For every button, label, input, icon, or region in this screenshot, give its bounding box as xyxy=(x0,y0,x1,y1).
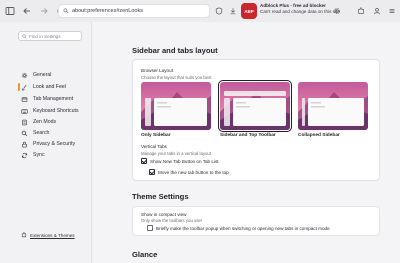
compact-popup-checkbox[interactable] xyxy=(147,225,153,231)
show-new-tab-checkbox[interactable] xyxy=(141,158,147,164)
lock-icon xyxy=(21,141,28,148)
show-new-tab-checkbox-row[interactable]: Show New Tab Button on Tab List xyxy=(141,158,219,164)
sidebar-item-label: General xyxy=(33,72,52,78)
browser-toolbar: about:preferences#zenLooks ABP Adblock P… xyxy=(0,0,400,22)
compact-popup-checkbox-row[interactable]: Briefly make the toolbar popup when swit… xyxy=(147,225,330,231)
url-bar[interactable]: about:preferences#zenLooks xyxy=(58,4,210,18)
extension-subtitle: Can't read and change data on this site xyxy=(260,9,340,14)
sidebar-toggle-icon[interactable] xyxy=(3,4,17,18)
sidebar-item-privacy-security[interactable]: Privacy & Security xyxy=(21,139,75,149)
active-indicator xyxy=(18,83,20,91)
sidebar-item-zen-mods[interactable]: Zen Mods xyxy=(21,117,56,127)
sidebar-item-label: Tab Management xyxy=(33,96,74,102)
extensions-icon[interactable] xyxy=(354,4,368,18)
settings-main: Sidebar and tabs layout Browser Layout C… xyxy=(93,22,400,263)
browser-layout-label: Browser Layout xyxy=(141,68,173,73)
sidebar-item-keyboard-shortcuts[interactable]: Keyboard Shortcuts xyxy=(21,106,79,116)
browser-layout-sub: Choose the layout that suits you best xyxy=(141,75,212,80)
account-icon[interactable] xyxy=(370,4,384,18)
vertical-tabs-sub: Manage your tabs in a vertical layout xyxy=(141,151,211,156)
layout-caption-only-sidebar: Only Sidebar xyxy=(141,133,171,138)
url-text: about:preferences#zenLooks xyxy=(72,8,143,14)
section-heading-theme: Theme Settings xyxy=(132,192,189,201)
mods-icon xyxy=(21,119,28,126)
move-new-tab-checkbox[interactable] xyxy=(149,169,155,175)
menu-icon[interactable] xyxy=(385,4,399,18)
sidebar-item-general[interactable]: General xyxy=(21,70,51,80)
search-icon xyxy=(63,8,69,14)
sidebar-item-sync[interactable]: Sync xyxy=(21,150,45,160)
sidebar-item-label: Keyboard Shortcuts xyxy=(33,108,79,114)
layout-option-collapsed-sidebar[interactable] xyxy=(298,82,368,130)
keyboard-icon xyxy=(21,108,28,115)
sidebar-item-label: Look and Feel xyxy=(33,84,66,90)
brush-icon xyxy=(21,84,28,91)
search-icon xyxy=(22,33,27,38)
move-new-tab-checkbox-row[interactable]: Move the new tab button to the top xyxy=(149,169,229,175)
section-heading-glance: Glance xyxy=(132,250,158,259)
move-new-tab-label: Move the new tab button to the top xyxy=(158,169,229,175)
sidebar-item-label: Sync xyxy=(33,152,45,158)
sidebar-tabs-card: Browser Layout Choose the layout that su… xyxy=(132,59,380,181)
section-heading-sidebar-tabs: Sidebar and tabs layout xyxy=(132,46,218,55)
shield-icon[interactable] xyxy=(212,4,226,18)
gear-icon[interactable] xyxy=(330,4,344,18)
extension-info[interactable]: Adblock Plus - free ad blocker Can't rea… xyxy=(260,3,340,15)
layout-option-sidebar-top-toolbar[interactable] xyxy=(218,80,292,132)
puzzle-icon xyxy=(21,232,27,238)
sidebar-item-label: Search xyxy=(33,130,50,136)
vertical-tabs-label: Vertical Tabs xyxy=(141,144,167,149)
sidebar-item-label: Privacy & Security xyxy=(33,141,76,147)
search-icon xyxy=(21,130,28,137)
sidebar-item-search[interactable]: Search xyxy=(21,128,49,138)
layout-caption-sidebar-top-toolbar: Sidebar and Top Toolbar xyxy=(220,133,276,138)
compact-view-label: Show in compact view xyxy=(141,212,187,217)
search-placeholder: Find in Settings xyxy=(29,33,61,39)
sidebar-item-look-and-feel[interactable]: Look and Feel xyxy=(21,82,66,92)
adblock-plus-icon[interactable]: ABP xyxy=(241,3,257,19)
sidebar-item-tab-management[interactable]: Tab Management xyxy=(21,94,73,104)
tabs-icon xyxy=(21,96,28,103)
compact-view-sub: Only show the toolbars you use! xyxy=(141,218,203,223)
layout-option-only-sidebar[interactable] xyxy=(141,82,211,130)
forward-icon[interactable] xyxy=(37,4,51,18)
theme-card: Show in compact view Only show the toolb… xyxy=(132,206,380,236)
show-new-tab-label: Show New Tab Button on Tab List xyxy=(150,158,219,164)
extensions-themes-label: Extensions & Themes xyxy=(30,232,75,238)
sidebar-item-label: Zen Mods xyxy=(33,119,57,125)
compact-popup-label: Briefly make the toolbar popup when swit… xyxy=(156,225,330,231)
layout-caption-collapsed-sidebar: Collapsed Sidebar xyxy=(298,133,340,138)
settings-search-input[interactable]: Find in Settings xyxy=(18,31,82,41)
sync-icon xyxy=(21,152,28,159)
extensions-themes-link[interactable]: Extensions & Themes xyxy=(21,232,75,238)
gear-icon xyxy=(21,72,28,79)
downloads-icon[interactable] xyxy=(226,4,240,18)
back-icon[interactable] xyxy=(20,4,34,18)
